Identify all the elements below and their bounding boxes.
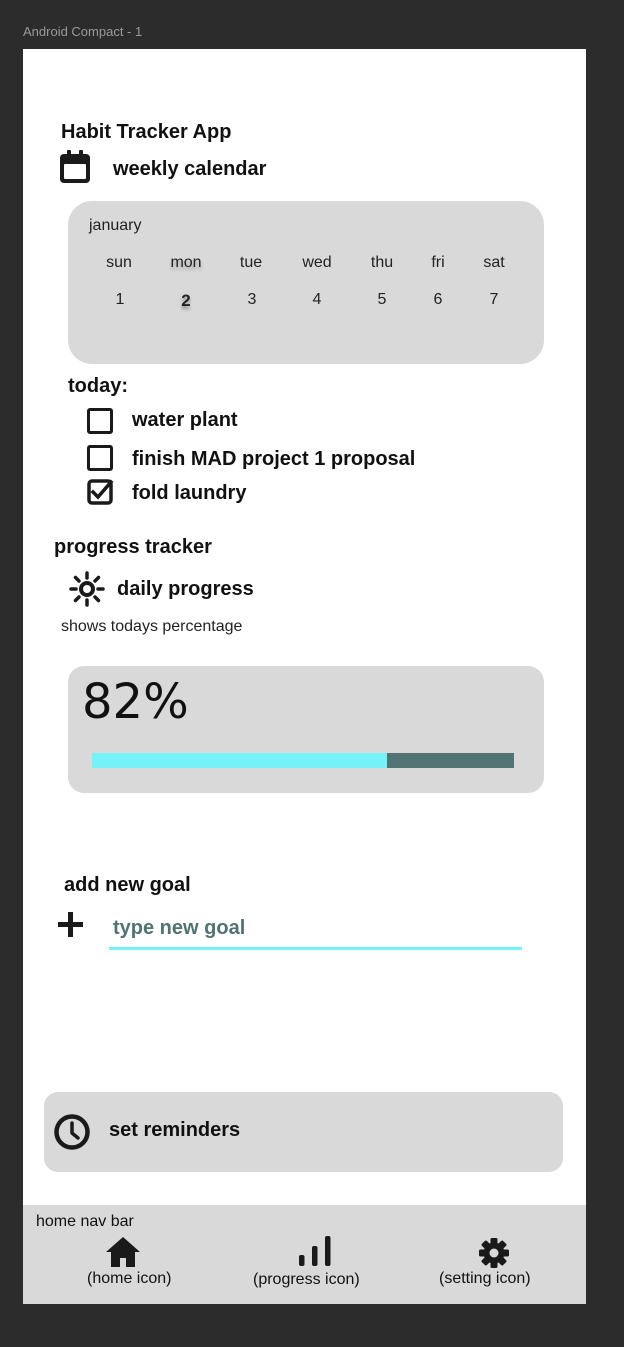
day-name-sun: sun: [106, 254, 132, 271]
add-goal-heading: add new goal: [64, 874, 191, 896]
day-name-fri: fri: [431, 254, 445, 271]
frame-label: Android Compact - 1: [23, 24, 143, 39]
day-name-thu: thu: [370, 254, 394, 271]
nav-label-home: (home icon): [87, 1270, 172, 1287]
calendar-month: january: [89, 217, 142, 234]
progress-percentage: 82%: [82, 674, 189, 730]
progress-card: 82%: [68, 666, 544, 793]
set-reminders-label: set reminders: [109, 1119, 241, 1141]
set-reminders-button[interactable]: set reminders: [44, 1092, 563, 1172]
weekly-calendar-card: january sun mon tue wed thu fri sat 1 2 …: [68, 201, 544, 364]
new-goal-input[interactable]: [109, 909, 522, 950]
bar-chart-icon: [299, 1236, 331, 1266]
app-title: Habit Tracker App: [61, 121, 232, 143]
day-name-mon: mon: [170, 254, 202, 271]
daily-progress-label: daily progress: [117, 578, 254, 600]
nav-item-progress[interactable]: (progress icon): [252, 1233, 372, 1291]
calendar-icon: [60, 150, 90, 183]
nav-label-settings: (setting icon): [439, 1270, 531, 1287]
day-name-sat: sat: [483, 254, 505, 271]
plus-icon[interactable]: [57, 911, 85, 939]
sun-icon: [69, 571, 105, 607]
progress-bar-track: [92, 753, 514, 768]
calendar-date-6[interactable]: 6: [413, 291, 463, 309]
nav-label-progress: (progress icon): [253, 1271, 360, 1288]
gear-icon: [479, 1238, 509, 1268]
calendar-date-4[interactable]: 4: [292, 291, 342, 309]
day-name-tue: tue: [239, 254, 263, 271]
calendar-date-1[interactable]: 1: [95, 291, 145, 309]
task-label-mad-proposal: finish MAD project 1 proposal: [132, 448, 416, 470]
today-heading: today:: [68, 375, 128, 397]
progress-description: shows todays percentage: [61, 618, 243, 635]
home-icon: [106, 1237, 140, 1267]
progress-tracker-heading: progress tracker: [54, 536, 212, 558]
calendar-date-3[interactable]: 3: [227, 291, 277, 309]
task-checkbox-mad-proposal[interactable]: [87, 445, 113, 471]
progress-bar-fill: [92, 753, 388, 768]
bottom-nav-bar: home nav bar (home icon) (progress icon): [23, 1205, 586, 1304]
task-checkbox-fold-laundry-checked[interactable]: [87, 478, 115, 506]
day-name-wed: wed: [302, 254, 332, 271]
calendar-date-2-selected[interactable]: 2: [161, 291, 211, 311]
phone-screen: Habit Tracker App weekly calendar januar…: [23, 49, 586, 1304]
task-label-water-plant: water plant: [132, 409, 238, 431]
calendar-date-7[interactable]: 7: [469, 291, 519, 309]
clock-icon: [54, 1114, 90, 1150]
task-checkbox-water-plant[interactable]: [87, 408, 113, 434]
nav-bar-label: home nav bar: [36, 1213, 134, 1230]
nav-item-home[interactable]: (home icon): [81, 1235, 185, 1291]
calendar-heading: weekly calendar: [113, 158, 267, 180]
calendar-date-5[interactable]: 5: [357, 291, 407, 309]
task-label-fold-laundry: fold laundry: [132, 482, 247, 504]
nav-item-settings[interactable]: (setting icon): [438, 1235, 548, 1291]
